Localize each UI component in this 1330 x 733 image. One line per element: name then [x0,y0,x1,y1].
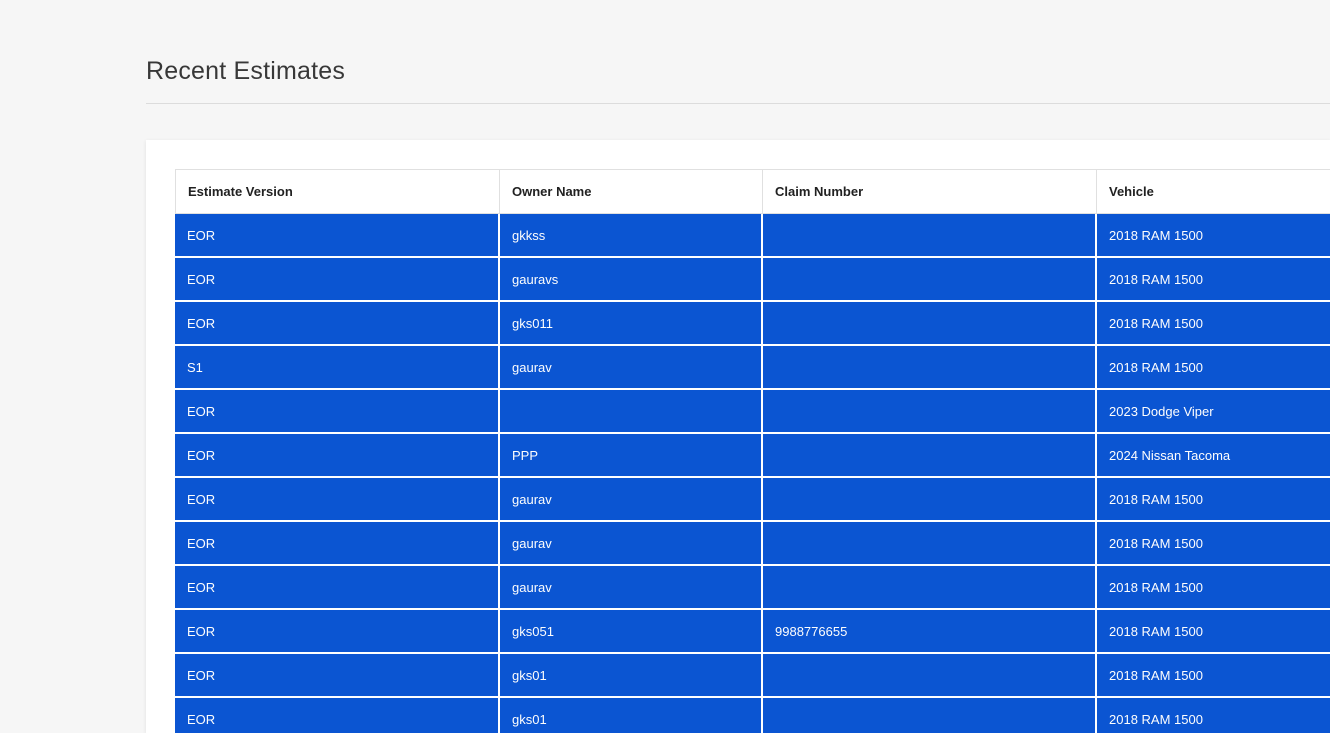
estimate-row[interactable]: EOR 2023 Dodge Viper [175,390,1330,434]
table-body: EOR gkkss 2018 RAM 1500 EOR gauravs 2018 RAM … [175,214,1330,733]
estimate-row[interactable]: S1 gaurav 2018 RAM 1500 [175,346,1330,390]
estimate-row[interactable]: EOR PPP 2024 Nissan Tacoma [175,434,1330,478]
cell-owner-name: gks011 [500,302,763,346]
cell-vehicle: 2018 RAM 1500 [1097,610,1330,654]
cell-vehicle: 2018 RAM 1500 [1097,302,1330,346]
cell-owner-name: gaurav [500,478,763,522]
cell-vehicle: 2018 RAM 1500 [1097,478,1330,522]
cell-estimate-version: S1 [175,346,500,390]
cell-owner-name: gkkss [500,214,763,258]
page-title: Recent Estimates [146,57,346,85]
cell-estimate-version: EOR [175,258,500,302]
cell-owner-name: gaurav [500,522,763,566]
cell-estimate-version: EOR [175,522,500,566]
cell-owner-name: gaurav [500,346,763,390]
cell-estimate-version: EOR [175,698,500,733]
cell-claim-number [763,522,1097,566]
cell-estimate-version: EOR [175,390,500,434]
cell-vehicle: 2018 RAM 1500 [1097,698,1330,733]
estimate-row[interactable]: EOR gaurav 2018 RAM 1500 [175,566,1330,610]
cell-claim-number [763,258,1097,302]
cell-estimate-version: EOR [175,214,500,258]
cell-estimate-version: EOR [175,610,500,654]
cell-owner-name: gaurav [500,566,763,610]
cell-claim-number [763,698,1097,733]
cell-vehicle: 2018 RAM 1500 [1097,346,1330,390]
cell-owner-name: PPP [500,434,763,478]
column-header-claim-number: Claim Number [763,169,1097,214]
cell-vehicle: 2018 RAM 1500 [1097,566,1330,610]
column-header-vehicle: Vehicle [1097,169,1330,214]
cell-claim-number [763,654,1097,698]
cell-owner-name: gks051 [500,610,763,654]
cell-estimate-version: EOR [175,654,500,698]
cell-estimate-version: EOR [175,566,500,610]
cell-vehicle: 2018 RAM 1500 [1097,258,1330,302]
estimate-row[interactable]: EOR gks051 9988776655 2018 RAM 1500 [175,610,1330,654]
estimate-row[interactable]: EOR gaurav 2018 RAM 1500 [175,478,1330,522]
cell-estimate-version: EOR [175,434,500,478]
cell-vehicle: 2024 Nissan Tacoma [1097,434,1330,478]
estimate-row[interactable]: EOR gkkss 2018 RAM 1500 [175,214,1330,258]
cell-claim-number [763,478,1097,522]
estimate-row[interactable]: EOR gauravs 2018 RAM 1500 [175,258,1330,302]
cell-claim-number [763,390,1097,434]
cell-vehicle: 2018 RAM 1500 [1097,214,1330,258]
cell-vehicle: 2018 RAM 1500 [1097,654,1330,698]
cell-owner-name: gauravs [500,258,763,302]
cell-vehicle: 2018 RAM 1500 [1097,522,1330,566]
estimates-card: Estimate Version Owner Name Claim Number Ve… [146,140,1330,733]
estimate-row[interactable]: EOR gaurav 2018 RAM 1500 [175,522,1330,566]
cell-owner-name: gks01 [500,654,763,698]
cell-claim-number [763,302,1097,346]
cell-estimate-version: EOR [175,478,500,522]
cell-claim-number [763,214,1097,258]
estimates-table: Estimate Version Owner Name Claim Number Ve… [175,169,1330,733]
estimate-row[interactable]: EOR gks011 2018 RAM 1500 [175,302,1330,346]
column-header-owner-name: Owner Name [500,169,763,214]
title-divider [146,103,1330,104]
cell-claim-number [763,434,1097,478]
cell-vehicle: 2023 Dodge Viper [1097,390,1330,434]
estimate-row[interactable]: EOR gks01 2018 RAM 1500 [175,654,1330,698]
cell-estimate-version: EOR [175,302,500,346]
cell-claim-number [763,566,1097,610]
column-header-estimate-version: Estimate Version [175,169,500,214]
recent-estimates-page: Recent Estimates Estimate Version Owner N… [0,0,1330,733]
table-header-row: Estimate Version Owner Name Claim Number Ve… [175,169,1330,214]
cell-claim-number [763,346,1097,390]
cell-owner-name [500,390,763,434]
estimate-row[interactable]: EOR gks01 2018 RAM 1500 [175,698,1330,733]
estimates-table-wrap: Estimate Version Owner Name Claim Number Ve… [175,169,1330,733]
cell-claim-number: 9988776655 [763,610,1097,654]
cell-owner-name: gks01 [500,698,763,733]
